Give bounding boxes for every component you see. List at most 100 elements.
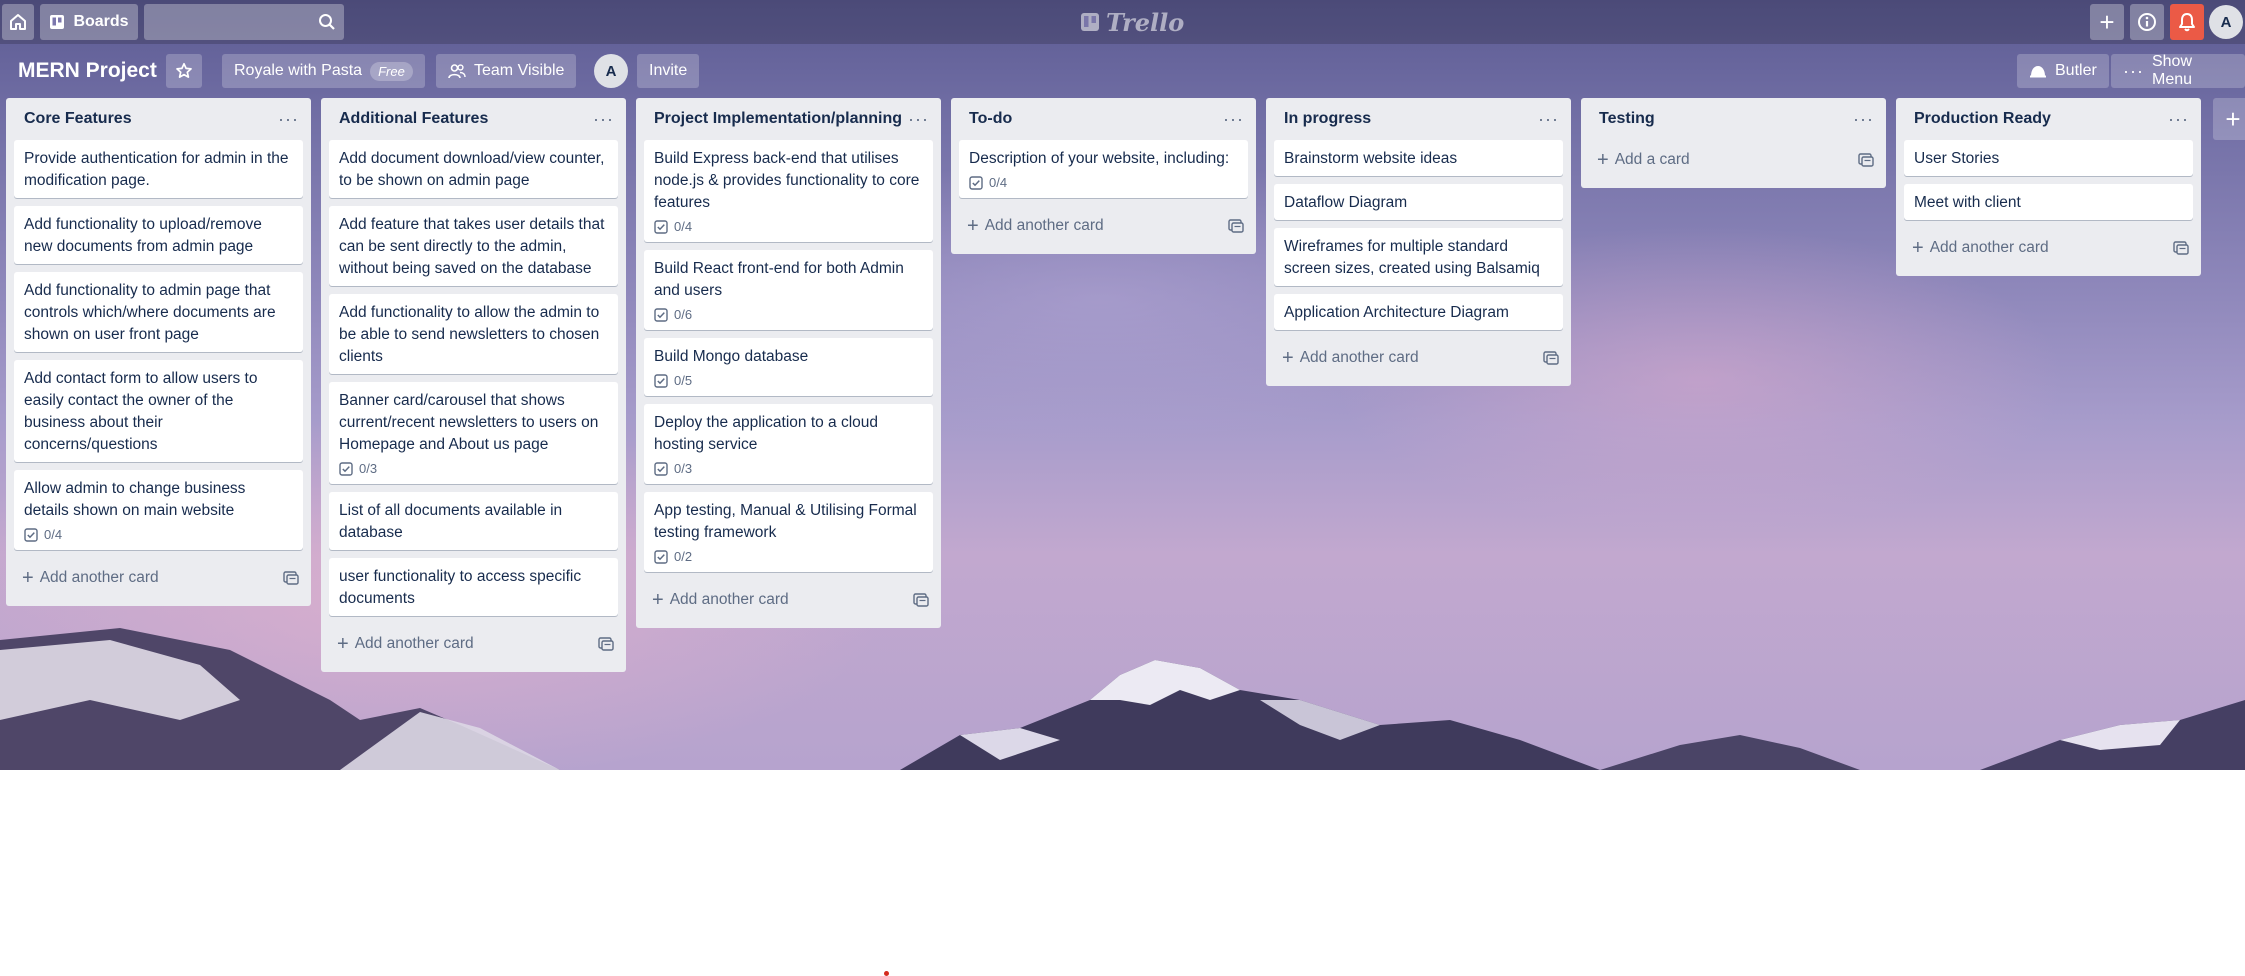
list-title[interactable]: Testing xyxy=(1599,110,1655,128)
butler-button[interactable]: Butler xyxy=(2017,54,2109,88)
list-menu-icon[interactable]: ··· xyxy=(1223,110,1244,128)
list-header: Production Ready ··· xyxy=(1904,98,2193,140)
card[interactable]: Provide authentication for admin in the … xyxy=(14,140,303,198)
card-template-icon[interactable] xyxy=(1543,351,1559,365)
card[interactable]: Build Mongo database 0/5 xyxy=(644,338,933,396)
card-title: Provide authentication for admin in the … xyxy=(24,150,289,189)
boards-button[interactable]: Boards xyxy=(40,4,138,40)
add-card-button[interactable]: + Add another card xyxy=(1282,348,1419,368)
add-card-button[interactable]: + Add another card xyxy=(337,634,474,654)
notifications-button[interactable] xyxy=(2170,4,2204,40)
list-menu-icon[interactable]: ··· xyxy=(278,110,299,128)
trello-logo[interactable]: Trello xyxy=(1080,8,1184,37)
add-list-button[interactable]: + xyxy=(2213,98,2245,140)
card-template-icon[interactable] xyxy=(598,637,614,651)
list[interactable]: Additional Features ··· Add document downl… xyxy=(321,98,626,672)
list[interactable]: To-do ··· Description of your website, inc… xyxy=(951,98,1256,254)
visibility-label: Team Visible xyxy=(474,62,565,79)
plus-icon: + xyxy=(22,567,34,589)
create-button[interactable]: + xyxy=(2090,4,2124,40)
list[interactable]: Project Implementation/planning ··· Build … xyxy=(636,98,941,628)
card[interactable]: Allow admin to change business details s… xyxy=(14,470,303,550)
checklist-count: 0/5 xyxy=(674,373,693,388)
card[interactable]: Application Architecture Diagram xyxy=(1274,294,1563,330)
add-card-row: + Add another card xyxy=(14,558,303,598)
list-menu-icon[interactable]: ··· xyxy=(1538,110,1559,128)
member-avatar[interactable]: A xyxy=(594,54,628,88)
card[interactable]: Deploy the application to a cloud hostin… xyxy=(644,404,933,484)
card-title: user functionality to access specific do… xyxy=(339,568,582,607)
card[interactable]: User Stories xyxy=(1904,140,2193,176)
list-title[interactable]: Additional Features xyxy=(339,110,488,128)
card[interactable]: Add functionality to allow the admin to … xyxy=(329,294,618,374)
list-title[interactable]: Project Implementation/planning xyxy=(654,110,902,128)
card[interactable]: Add feature that takes user details that… xyxy=(329,206,618,286)
add-card-button[interactable]: + Add another card xyxy=(967,216,1104,236)
list[interactable]: Core Features ··· Provide authentication f… xyxy=(6,98,311,606)
card-title: Description of your website, including: xyxy=(969,150,1230,167)
card[interactable]: Description of your website, including: 0… xyxy=(959,140,1248,198)
board-title[interactable]: MERN Project xyxy=(8,54,167,88)
search-box[interactable] xyxy=(144,4,344,40)
card[interactable]: Dataflow Diagram xyxy=(1274,184,1563,220)
list-menu-icon[interactable]: ··· xyxy=(2168,110,2189,128)
card[interactable]: Build Express back-end that utilises nod… xyxy=(644,140,933,242)
card-title: List of all documents available in datab… xyxy=(339,502,563,541)
add-card-button[interactable]: + Add another card xyxy=(1912,238,2049,258)
card[interactable]: App testing, Manual & Utilising Formal t… xyxy=(644,492,933,572)
visibility-button[interactable]: Team Visible xyxy=(436,54,577,88)
list[interactable]: In progress ··· Brainstorm website ideas Da… xyxy=(1266,98,1571,386)
team-button[interactable]: Royale with Pasta Free xyxy=(222,54,425,88)
list-header: Core Features ··· xyxy=(14,98,303,140)
checklist-icon xyxy=(654,550,668,564)
card-template-icon[interactable] xyxy=(913,593,929,607)
invite-button[interactable]: Invite xyxy=(637,54,700,88)
card[interactable]: user functionality to access specific do… xyxy=(329,558,618,616)
checklist-count: 0/4 xyxy=(44,527,63,542)
card-title: Wireframes for multiple standard screen … xyxy=(1284,238,1540,277)
list-title[interactable]: Core Features xyxy=(24,110,132,128)
card[interactable]: Banner card/carousel that shows current/… xyxy=(329,382,618,484)
boards-icon xyxy=(50,15,65,29)
list[interactable]: Testing ··· + Add a card xyxy=(1581,98,1886,188)
card-template-icon[interactable] xyxy=(1858,153,1874,167)
list-title[interactable]: Production Ready xyxy=(1914,110,2051,128)
checklist-icon xyxy=(969,176,983,190)
list-title[interactable]: To-do xyxy=(969,110,1012,128)
list-menu-icon[interactable]: ··· xyxy=(1853,110,1874,128)
list-title[interactable]: In progress xyxy=(1284,110,1371,128)
card[interactable]: Wireframes for multiple standard screen … xyxy=(1274,228,1563,286)
checklist-icon xyxy=(654,462,668,476)
home-button[interactable] xyxy=(2,4,34,40)
card-template-icon[interactable] xyxy=(283,571,299,585)
show-menu-button[interactable]: ··· Show Menu xyxy=(2111,53,2245,88)
card[interactable]: Add functionality to upload/remove new d… xyxy=(14,206,303,264)
card[interactable]: Brainstorm website ideas xyxy=(1274,140,1563,176)
info-icon xyxy=(2138,13,2156,31)
add-card-button[interactable]: + Add another card xyxy=(652,590,789,610)
add-card-row: + Add another card xyxy=(959,206,1248,246)
list-menu-icon[interactable]: ··· xyxy=(908,110,929,128)
card-template-icon[interactable] xyxy=(2173,241,2189,255)
search-input[interactable] xyxy=(144,4,324,40)
plus-icon: + xyxy=(967,215,979,237)
star-button[interactable] xyxy=(166,54,202,88)
card[interactable]: Add contact form to allow users to easil… xyxy=(14,360,303,462)
info-button[interactable] xyxy=(2130,4,2164,40)
card-title: Build Mongo database xyxy=(654,348,809,365)
card[interactable]: Add functionality to admin page that con… xyxy=(14,272,303,352)
card[interactable]: Meet with client xyxy=(1904,184,2193,220)
card[interactable]: Build React front-end for both Admin and… xyxy=(644,250,933,330)
checklist-badge: 0/5 xyxy=(654,372,923,390)
card-template-icon[interactable] xyxy=(1228,219,1244,233)
add-card-button[interactable]: + Add a card xyxy=(1597,150,1690,170)
user-avatar[interactable]: A xyxy=(2209,5,2243,39)
list-menu-icon[interactable]: ··· xyxy=(593,110,614,128)
search-icon xyxy=(319,14,335,30)
checklist-icon xyxy=(654,220,668,234)
add-card-button[interactable]: + Add another card xyxy=(22,568,159,588)
list[interactable]: Production Ready ··· User Stories Meet with… xyxy=(1896,98,2201,276)
list-header: Additional Features ··· xyxy=(329,98,618,140)
card[interactable]: List of all documents available in datab… xyxy=(329,492,618,550)
card[interactable]: Add document download/view counter, to b… xyxy=(329,140,618,198)
